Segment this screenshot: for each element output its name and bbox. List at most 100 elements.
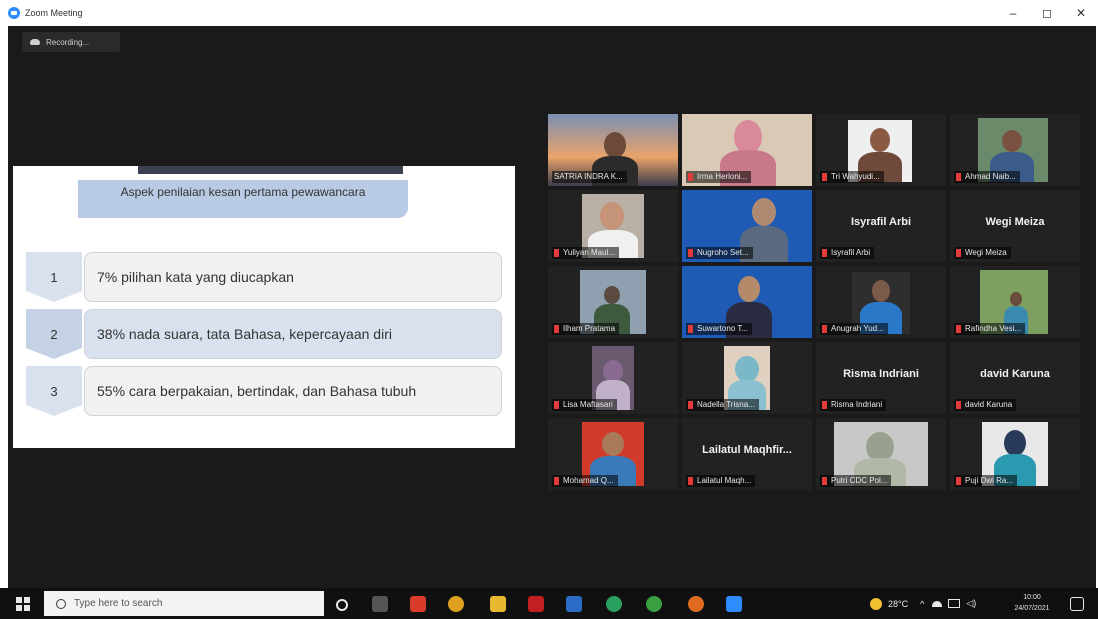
firefox-icon[interactable] (688, 596, 704, 612)
participant-tile[interactable]: Ahmad Naib... (950, 114, 1080, 186)
cortana-icon[interactable] (336, 599, 348, 611)
participant-tile[interactable]: Lailatul Maqhfir... Lailatul Maqh... (682, 418, 812, 490)
mic-muted-icon (688, 249, 693, 257)
participant-name-label: Wegi Meiza (954, 247, 1011, 259)
participant-name-label: Nadella Trisna... (686, 399, 759, 411)
participant-name-label: Ilham Pratama (552, 323, 620, 335)
participant-tile[interactable]: Lisa Maftasari (548, 342, 678, 414)
participant-name-label: Tri Wahyudi... (820, 171, 884, 183)
slide-list-item: 2 38% nada suara, tata Bahasa, kepercaya… (26, 309, 502, 359)
recording-label: Recording... (46, 37, 90, 47)
chrome-icon[interactable] (448, 596, 464, 612)
participant-display-name: Wegi Meiza (985, 216, 1045, 228)
windows-taskbar: Type here to search 28°C ^ ◁) 10:00 24/0… (0, 588, 1098, 619)
participant-display-name: Lailatul Maqhfir... (702, 444, 792, 456)
slide-item-number: 1 (26, 252, 82, 302)
participant-name-label: Mohamad Q... (552, 475, 618, 487)
recording-indicator[interactable]: Recording... (22, 32, 120, 52)
minimize-button[interactable]: – (996, 0, 1030, 26)
onedrive-icon[interactable] (932, 600, 943, 607)
participant-tile[interactable]: Suwartono T... (682, 266, 812, 338)
slide-item-text: 38% nada suara, tata Bahasa, kepercayaan… (84, 309, 502, 359)
participant-tile[interactable]: Putri CDC Pol... (816, 418, 946, 490)
zoom-logo-icon (8, 7, 20, 19)
mic-muted-icon (688, 325, 693, 333)
participant-tile[interactable]: Yuliyan Maul... (548, 190, 678, 262)
mic-muted-icon (822, 173, 827, 181)
participant-display-name: Isyrafil Arbi (850, 216, 912, 228)
file-explorer-icon[interactable] (490, 596, 506, 612)
participant-name-label: Isyrafil Arbi (820, 247, 875, 259)
taskbar-search-box[interactable]: Type here to search (44, 591, 324, 616)
participant-name-label: Anugrah Yud... (820, 323, 888, 335)
participant-tile[interactable]: david Karuna david Karuna (950, 342, 1080, 414)
mic-muted-icon (956, 173, 961, 181)
participant-tile[interactable]: Puji Dwi Ra... (950, 418, 1080, 490)
participant-name-label: Lailatul Maqh... (686, 475, 756, 487)
mic-muted-icon (554, 249, 559, 257)
maximize-button[interactable]: ◻ (1030, 0, 1064, 26)
clock-time: 10:00 (1023, 594, 1041, 601)
participant-tile[interactable]: Mohamad Q... (548, 418, 678, 490)
participant-display-name: Risma Indriani (843, 368, 919, 380)
participant-name-label: SATRIA INDRA K... (552, 171, 627, 183)
slide-list-item: 3 55% cara berpakaian, bertindak, dan Ba… (26, 366, 502, 416)
task-view-icon[interactable] (372, 596, 388, 612)
slide-item-number: 2 (26, 309, 82, 359)
window-title-bar: Zoom Meeting – ◻ ✕ (0, 0, 1098, 26)
participant-tile[interactable]: Wegi Meiza Wegi Meiza (950, 190, 1080, 262)
mic-muted-icon (822, 401, 827, 409)
tray-chevron-icon[interactable]: ^ (920, 599, 924, 609)
participant-tile[interactable]: Anugrah Yud... (816, 266, 946, 338)
participant-tile[interactable]: Irma Herloni... (682, 114, 812, 186)
taskbar-clock[interactable]: 10:00 24/07/2021 (1010, 592, 1054, 614)
mic-muted-icon (822, 477, 827, 485)
mic-muted-icon (554, 325, 559, 333)
slide-heading: Aspek penilaian kesan pertama pewawancar… (120, 185, 366, 199)
slide-top-bar (138, 166, 403, 174)
mic-muted-icon (956, 401, 961, 409)
notification-icon[interactable] (1070, 597, 1084, 611)
participant-tile[interactable]: Nugroho Set... (682, 190, 812, 262)
window-title: Zoom Meeting (25, 8, 83, 18)
participant-name-label: Irma Herloni... (686, 171, 752, 183)
participant-name-label: Nugroho Set... (686, 247, 753, 259)
participant-name-label: david Karuna (954, 399, 1017, 411)
participant-tile[interactable]: Tri Wahyudi... (816, 114, 946, 186)
start-button[interactable] (16, 597, 30, 611)
mic-muted-icon (822, 249, 827, 257)
participant-tile[interactable]: Rafindha Vesi... (950, 266, 1080, 338)
zoom-taskbar-icon[interactable] (726, 596, 742, 612)
app-icon[interactable] (410, 596, 426, 612)
cloud-record-icon (30, 39, 40, 45)
mic-muted-icon (688, 477, 693, 485)
participant-tile[interactable]: Risma Indriani Risma Indriani (816, 342, 946, 414)
edge-icon[interactable] (606, 596, 622, 612)
network-icon[interactable] (948, 599, 961, 608)
participant-tile[interactable]: Nadella Trisna... (682, 342, 812, 414)
participant-tile[interactable]: SATRIA INDRA K... (548, 114, 678, 186)
mic-muted-icon (554, 401, 559, 409)
slide-item-text: 7% pilihan kata yang diucapkan (84, 252, 502, 302)
volume-icon[interactable]: ◁) (966, 598, 976, 609)
participant-tile[interactable]: Ilham Pratama (548, 266, 678, 338)
participant-name-label: Rafindha Vesi... (954, 323, 1026, 335)
weather-icon[interactable] (870, 597, 882, 610)
slide-list-item: 1 7% pilihan kata yang diucapkan (26, 252, 502, 302)
close-button[interactable]: ✕ (1064, 0, 1098, 26)
participant-name-label: Putri CDC Pol... (820, 475, 892, 487)
participant-tile[interactable]: Isyrafil Arbi Isyrafil Arbi (816, 190, 946, 262)
mic-muted-icon (956, 325, 961, 333)
participant-name-label: Suwartono T... (686, 323, 752, 335)
word-icon[interactable] (566, 596, 582, 612)
mic-muted-icon (554, 477, 559, 485)
system-tray: 28°C ^ ◁) (870, 588, 976, 619)
participant-name-label: Puji Dwi Ra... (954, 475, 1018, 487)
slide-item-text: 55% cara berpakaian, bertindak, dan Baha… (84, 366, 502, 416)
mic-muted-icon (956, 249, 961, 257)
chrome-alt-icon[interactable] (646, 596, 662, 612)
pdf-reader-icon[interactable] (528, 596, 544, 612)
search-icon (56, 598, 66, 609)
weather-temp[interactable]: 28°C (888, 599, 908, 609)
mic-muted-icon (688, 173, 693, 181)
